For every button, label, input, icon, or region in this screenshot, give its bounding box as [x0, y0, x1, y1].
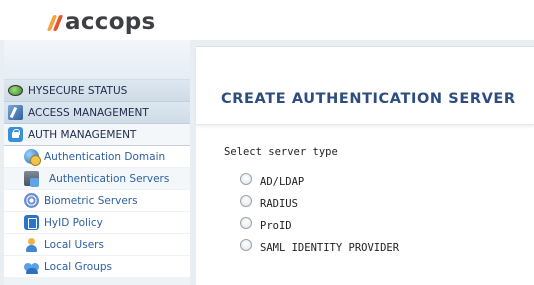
sidebar-item-local-users[interactable]: Local Users [4, 234, 190, 256]
radio-label: SAML IDENTITY PROVIDER [260, 242, 400, 254]
sidebar-item-hysecure-status[interactable]: HYSECURE STATUS [4, 80, 190, 102]
radio-option-radius[interactable]: RADIUS [240, 193, 399, 215]
sidebar-item-local-groups[interactable]: Local Groups [4, 256, 190, 278]
sidebar-item-label: HYSECURE STATUS [28, 84, 128, 97]
access-management-icon [8, 105, 23, 120]
page-title: CREATE AUTHENTICATION SERVER [221, 91, 516, 107]
sidebar-item-hyid-policy[interactable]: HyID Policy [4, 212, 190, 234]
sidebar-item-label: ACCESS MANAGEMENT [28, 106, 149, 119]
server-type-label: Select server type [224, 146, 338, 158]
radio-button[interactable] [240, 173, 252, 185]
radio-option-saml-identity-provider[interactable]: SAML IDENTITY PROVIDER [240, 237, 399, 259]
fingerprint-icon [24, 193, 39, 208]
hyid-icon [24, 215, 39, 230]
sidebar-item-auth-management[interactable]: AUTH MANAGEMENT [4, 124, 190, 146]
sidebar-item-label: AUTH MANAGEMENT [28, 128, 137, 141]
radio-label: RADIUS [260, 198, 298, 210]
main-panel: CREATE AUTHENTICATION SERVER Select serv… [196, 46, 534, 285]
radio-option-proid[interactable]: ProID [240, 215, 399, 237]
server-type-radio-group: AD/LDAP RADIUS ProID SAML IDENTITY PROVI… [240, 171, 399, 259]
logo-text: accops [65, 9, 156, 35]
accops-logo[interactable]: accops [46, 6, 156, 38]
logo-mark-icon [46, 11, 64, 33]
sidebar-item-label: Authentication Servers [49, 172, 170, 185]
header: accops [0, 0, 534, 40]
sidebar-item-label: Local Users [44, 238, 104, 251]
user-icon [24, 237, 39, 252]
globe-icon [24, 149, 41, 166]
radio-label: ProID [260, 220, 292, 232]
title-band [196, 47, 534, 125]
server-icon [24, 171, 39, 186]
sidebar-item-access-management[interactable]: ACCESS MANAGEMENT [4, 102, 190, 124]
sidebar-item-biometric-servers[interactable]: Biometric Servers [4, 190, 190, 212]
radio-button[interactable] [240, 217, 252, 229]
radio-button[interactable] [240, 195, 252, 207]
sidebar: HYSECURE STATUS ACCESS MANAGEMENT AUTH M… [4, 40, 190, 285]
auth-management-icon [8, 127, 23, 142]
sidebar-item-label: Local Groups [44, 260, 112, 273]
radio-option-ad-ldap[interactable]: AD/LDAP [240, 171, 399, 193]
sidebar-item-authentication-domain[interactable]: Authentication Domain [4, 146, 190, 168]
radio-button[interactable] [240, 239, 252, 251]
sidebar-header [4, 40, 190, 80]
sidebar-item-label: Biometric Servers [44, 194, 138, 207]
sidebar-item-authentication-servers[interactable]: Authentication Servers [4, 168, 190, 190]
sidebar-item-label: HyID Policy [44, 216, 103, 229]
group-icon [24, 259, 39, 274]
radio-label: AD/LDAP [260, 176, 305, 188]
sidebar-menu: HYSECURE STATUS ACCESS MANAGEMENT AUTH M… [4, 80, 190, 278]
status-icon [8, 85, 23, 96]
sidebar-item-label: Authentication Domain [44, 150, 166, 163]
